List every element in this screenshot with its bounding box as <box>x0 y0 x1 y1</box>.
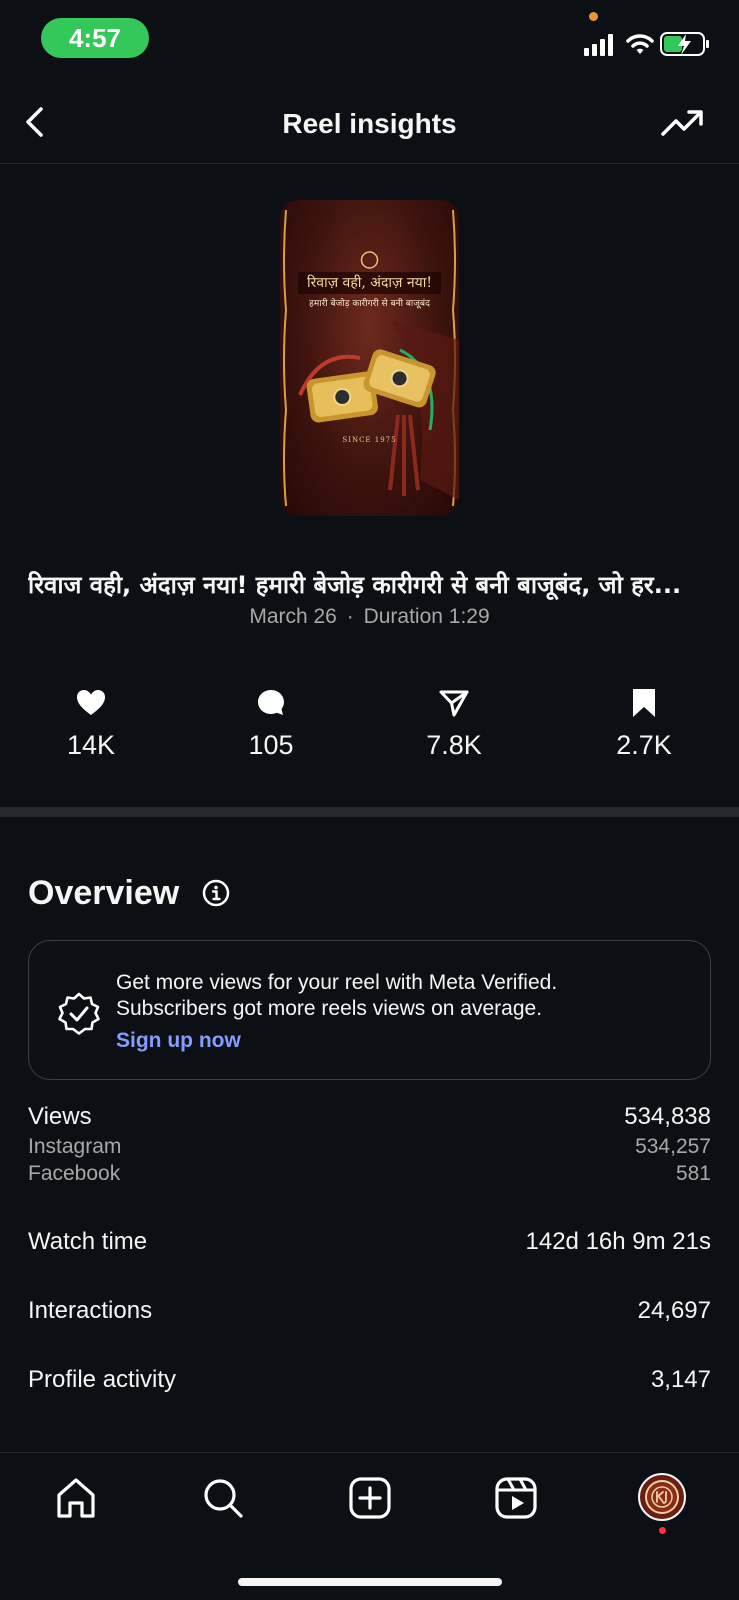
share-icon <box>439 690 469 717</box>
interactions-label: Interactions <box>28 1297 153 1324</box>
reel-thumbnail-artwork <box>283 209 459 507</box>
shares-stat: 7.8K <box>394 688 514 761</box>
create-icon <box>349 1477 391 1519</box>
watch-time-value: 142d 16h 9m 21s <box>525 1228 711 1255</box>
profile-avatar-logo-icon <box>645 1480 679 1514</box>
promo-text: Get more views for your reel with Meta V… <box>116 970 557 1022</box>
instagram-label: Instagram <box>28 1135 122 1158</box>
reel-meta: March 26 · Duration 1:29 <box>0 605 739 629</box>
thumbnail-headline: रिवाज़ वही, अंदाज़ नया! <box>298 272 441 294</box>
thumbnail-since: SINCE 1975 <box>342 436 397 444</box>
reels-tab[interactable] <box>493 1475 539 1521</box>
profile-activity-label: Profile activity <box>28 1366 177 1393</box>
instagram-value: 534,257 <box>635 1135 711 1158</box>
comments-count: 105 <box>248 730 294 760</box>
reel-caption: रिवाज वही, अंदाज़ नया! हमारी बेजोड़ कारी… <box>28 571 682 599</box>
engagement-stats: 14K 105 7.8K 2.7K <box>0 688 739 768</box>
meta-separator: · <box>346 605 354 628</box>
notification-dot <box>659 1527 666 1534</box>
thumbnail-subline: हमारी बेजोड़ कारीगरी से बनी बाजूबंद <box>309 299 430 309</box>
overview-title: Overview <box>28 874 180 912</box>
shares-count: 7.8K <box>426 730 482 760</box>
page-title: Reel insights <box>282 108 457 139</box>
status-time[interactable]: 4:57 <box>41 18 149 58</box>
bookmark-icon <box>633 689 655 717</box>
camera-indicator-dot <box>589 12 598 21</box>
comments-stat: 105 <box>211 688 331 761</box>
profile-activity-value: 3,147 <box>650 1366 711 1393</box>
verified-badge-icon <box>58 992 100 1035</box>
profile-tab-avatar[interactable] <box>638 1473 686 1521</box>
facebook-value: 581 <box>675 1162 711 1185</box>
promo-line-2: Subscribers got more reels views on aver… <box>116 997 543 1020</box>
interactions-value: 24,697 <box>637 1297 711 1324</box>
watch-time-label: Watch time <box>28 1228 148 1255</box>
views-label: Views <box>28 1103 92 1130</box>
sign-up-link[interactable]: Sign up now <box>116 1029 241 1053</box>
home-indicator[interactable] <box>238 1578 502 1586</box>
create-tab[interactable] <box>347 1475 393 1521</box>
home-tab[interactable] <box>53 1475 99 1521</box>
section-divider <box>0 807 739 817</box>
wifi-icon <box>626 34 654 54</box>
cellular-signal-icon <box>584 34 613 56</box>
reel-thumbnail[interactable]: रिवाज़ वही, अंदाज़ नया! हमारी बेजोड़ कार… <box>280 200 459 516</box>
search-tab[interactable] <box>200 1475 246 1521</box>
saves-count: 2.7K <box>616 730 672 760</box>
status-bar: 4:57 <box>0 0 739 80</box>
saves-stat: 2.7K <box>584 688 704 761</box>
views-value: 534,838 <box>624 1103 711 1130</box>
reel-date: March 26 <box>249 605 337 628</box>
likes-stat: 14K <box>31 688 151 761</box>
info-icon[interactable] <box>202 879 230 907</box>
meta-verified-promo: Get more views for your reel with Meta V… <box>28 940 711 1080</box>
reel-duration: Duration 1:29 <box>363 605 490 628</box>
comment-icon <box>258 690 284 715</box>
reels-icon <box>495 1477 537 1519</box>
heart-icon <box>77 690 105 715</box>
promo-line-1: Get more views for your reel with Meta V… <box>116 971 558 994</box>
likes-count: 14K <box>66 730 116 760</box>
trending-up-icon[interactable] <box>660 107 704 139</box>
battery-charging-icon <box>660 32 709 56</box>
header: Reel insights <box>0 80 739 164</box>
facebook-label: Facebook <box>28 1162 121 1185</box>
search-icon <box>204 1479 243 1518</box>
home-icon <box>57 1478 95 1518</box>
